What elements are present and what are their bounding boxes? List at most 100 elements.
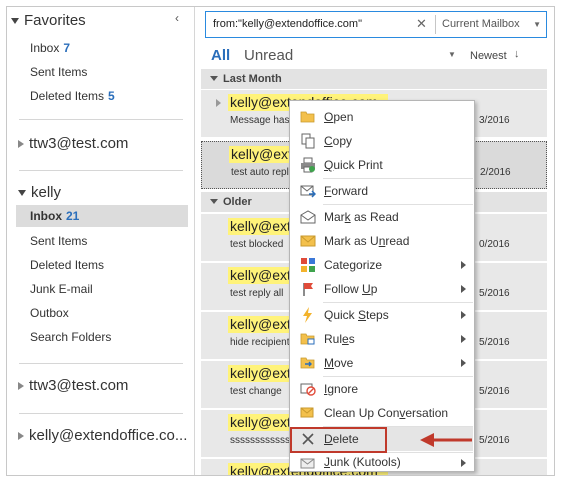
sidebar-item-fav-inbox[interactable]: Inbox 7 (16, 37, 188, 59)
expand-triangle-icon (18, 139, 24, 148)
submenu-arrow-icon (461, 261, 466, 269)
sidebar-item-fav-sent[interactable]: Sent Items (16, 61, 188, 83)
divider (19, 413, 183, 414)
account-label: ttw3@test.com (29, 135, 129, 152)
folder-label: Outbox (30, 306, 69, 320)
folder-pane: Favorites ‹ Inbox 7 Sent Items Deleted It… (7, 7, 195, 475)
favorites-header[interactable]: Favorites (11, 12, 86, 29)
cleanup-icon (300, 405, 316, 421)
menu-item-rules[interactable]: Rules (291, 327, 473, 351)
delete-highlight-box (290, 427, 387, 453)
submenu-arrow-icon (461, 359, 466, 367)
clear-search-icon[interactable]: ✕ (416, 16, 427, 32)
menu-item-mark-as-unread[interactable]: Mark as Unread (291, 229, 473, 253)
folder-label: Deleted Items (30, 89, 105, 103)
outlook-window: Favorites ‹ Inbox 7 Sent Items Deleted It… (6, 6, 555, 476)
submenu-arrow-icon (461, 335, 466, 343)
envelope-icon (300, 233, 316, 249)
menu-item-ignore[interactable]: Ignore (291, 377, 473, 401)
date: 0/2016 (479, 239, 510, 250)
folder-label: Sent Items (30, 234, 88, 248)
account-kelly-expanded[interactable]: kelly (18, 184, 61, 201)
account-kelly-extendoffice-collapsed[interactable]: kelly@extendoffice.co... (18, 427, 187, 444)
chevron-down-icon: ▼ (533, 20, 541, 29)
menu-item-copy[interactable]: Copy (291, 129, 473, 153)
open-folder-icon (300, 109, 316, 125)
lightning-icon (300, 307, 316, 323)
folder-label: Inbox (30, 209, 62, 223)
collapse-triangle-icon (210, 76, 218, 81)
account-label: kelly (31, 184, 62, 201)
sidebar-item-deleted[interactable]: Deleted Items (16, 254, 188, 276)
sidebar-item-outbox[interactable]: Outbox (16, 302, 188, 324)
move-icon (300, 355, 316, 371)
flag-icon (300, 281, 316, 297)
search-scope-dropdown[interactable]: Current Mailbox ▼ (435, 15, 545, 34)
menu-item-quick-steps[interactable]: Quick Steps (291, 303, 473, 327)
envelope-open-icon (300, 209, 316, 225)
sort-direction-icon[interactable]: ↓ (514, 48, 520, 60)
menu-item-quick-print[interactable]: Quick Print (291, 153, 473, 177)
expand-triangle-icon (18, 431, 24, 440)
account-label: ttw3@test.com (29, 377, 129, 394)
submenu-arrow-icon (461, 285, 466, 293)
menu-item-forward[interactable]: Forward (291, 179, 473, 203)
filter-unread-tab[interactable]: Unread (244, 47, 293, 64)
unread-count: 5 (108, 89, 115, 103)
divider (19, 119, 183, 120)
sidebar-item-sent[interactable]: Sent Items (16, 230, 188, 252)
unread-count: 7 (63, 41, 71, 55)
copy-icon (300, 133, 316, 149)
expand-triangle-icon (11, 17, 19, 24)
search-scope-value: Current Mailbox (442, 18, 520, 30)
divider (19, 363, 183, 364)
date: 2/2016 (480, 167, 511, 178)
menu-item-open[interactable]: Open (291, 105, 473, 129)
junk-icon (300, 455, 316, 471)
menu-item-move[interactable]: Move (291, 351, 473, 375)
date: 5/2016 (479, 288, 510, 299)
rules-icon (300, 331, 316, 347)
date: 5/2016 (479, 337, 510, 348)
menu-item-clean-up-conversation[interactable]: Clean Up Conversation (291, 401, 473, 425)
submenu-arrow-icon (461, 459, 466, 467)
collapse-pane-icon[interactable]: ‹ (175, 11, 179, 25)
menu-item-junk-kutools[interactable]: Junk (Kutools) (291, 453, 473, 472)
ignore-icon (300, 381, 316, 397)
folder-label: Inbox (30, 41, 60, 55)
expand-conversation-icon[interactable] (216, 99, 221, 107)
sort-order-label[interactable]: Newest (470, 50, 507, 62)
filter-all-tab[interactable]: All (211, 47, 230, 64)
divider (19, 170, 183, 171)
search-input[interactable]: from:"kelly@extendoffice.com" (213, 18, 362, 30)
folder-label: Junk E-mail (30, 282, 93, 296)
menu-item-mark-as-read[interactable]: Mark as Read (291, 205, 473, 229)
menu-item-follow-up[interactable]: Follow Up (291, 277, 473, 301)
sidebar-item-inbox[interactable]: Inbox 21 (16, 205, 188, 227)
filter-dropdown-icon[interactable]: ▼ (448, 50, 456, 59)
folder-label: Search Folders (30, 330, 112, 344)
submenu-arrow-icon (461, 311, 466, 319)
forward-icon (300, 183, 316, 199)
folder-label: Deleted Items (30, 258, 105, 272)
account-ttw3-2-collapsed[interactable]: ttw3@test.com (18, 377, 128, 394)
search-box[interactable]: from:"kelly@extendoffice.com" ✕ Current … (205, 11, 547, 38)
account-ttw3-collapsed[interactable]: ttw3@test.com (18, 135, 128, 152)
group-label: Last Month (223, 73, 282, 85)
menu-item-categorize[interactable]: Categorize (291, 253, 473, 277)
expand-triangle-icon (18, 381, 24, 390)
printer-icon (300, 157, 316, 173)
date: 5/2016 (479, 435, 510, 446)
callout-arrow-icon (420, 433, 472, 447)
group-header-last-month[interactable]: Last Month (201, 69, 547, 89)
sidebar-item-fav-deleted[interactable]: Deleted Items 5 (16, 85, 188, 107)
favorites-label: Favorites (24, 12, 86, 29)
context-menu: Open Copy Quick Print Forward Mark as Re… (289, 100, 475, 472)
account-label: kelly@extendoffice.co... (29, 427, 188, 444)
expand-triangle-icon (18, 189, 26, 196)
categories-icon (300, 257, 316, 273)
sidebar-item-junk[interactable]: Junk E-mail (16, 278, 188, 300)
unread-count: 21 (66, 209, 80, 223)
sidebar-item-search-folders[interactable]: Search Folders (16, 326, 188, 348)
group-label: Older (223, 196, 252, 208)
